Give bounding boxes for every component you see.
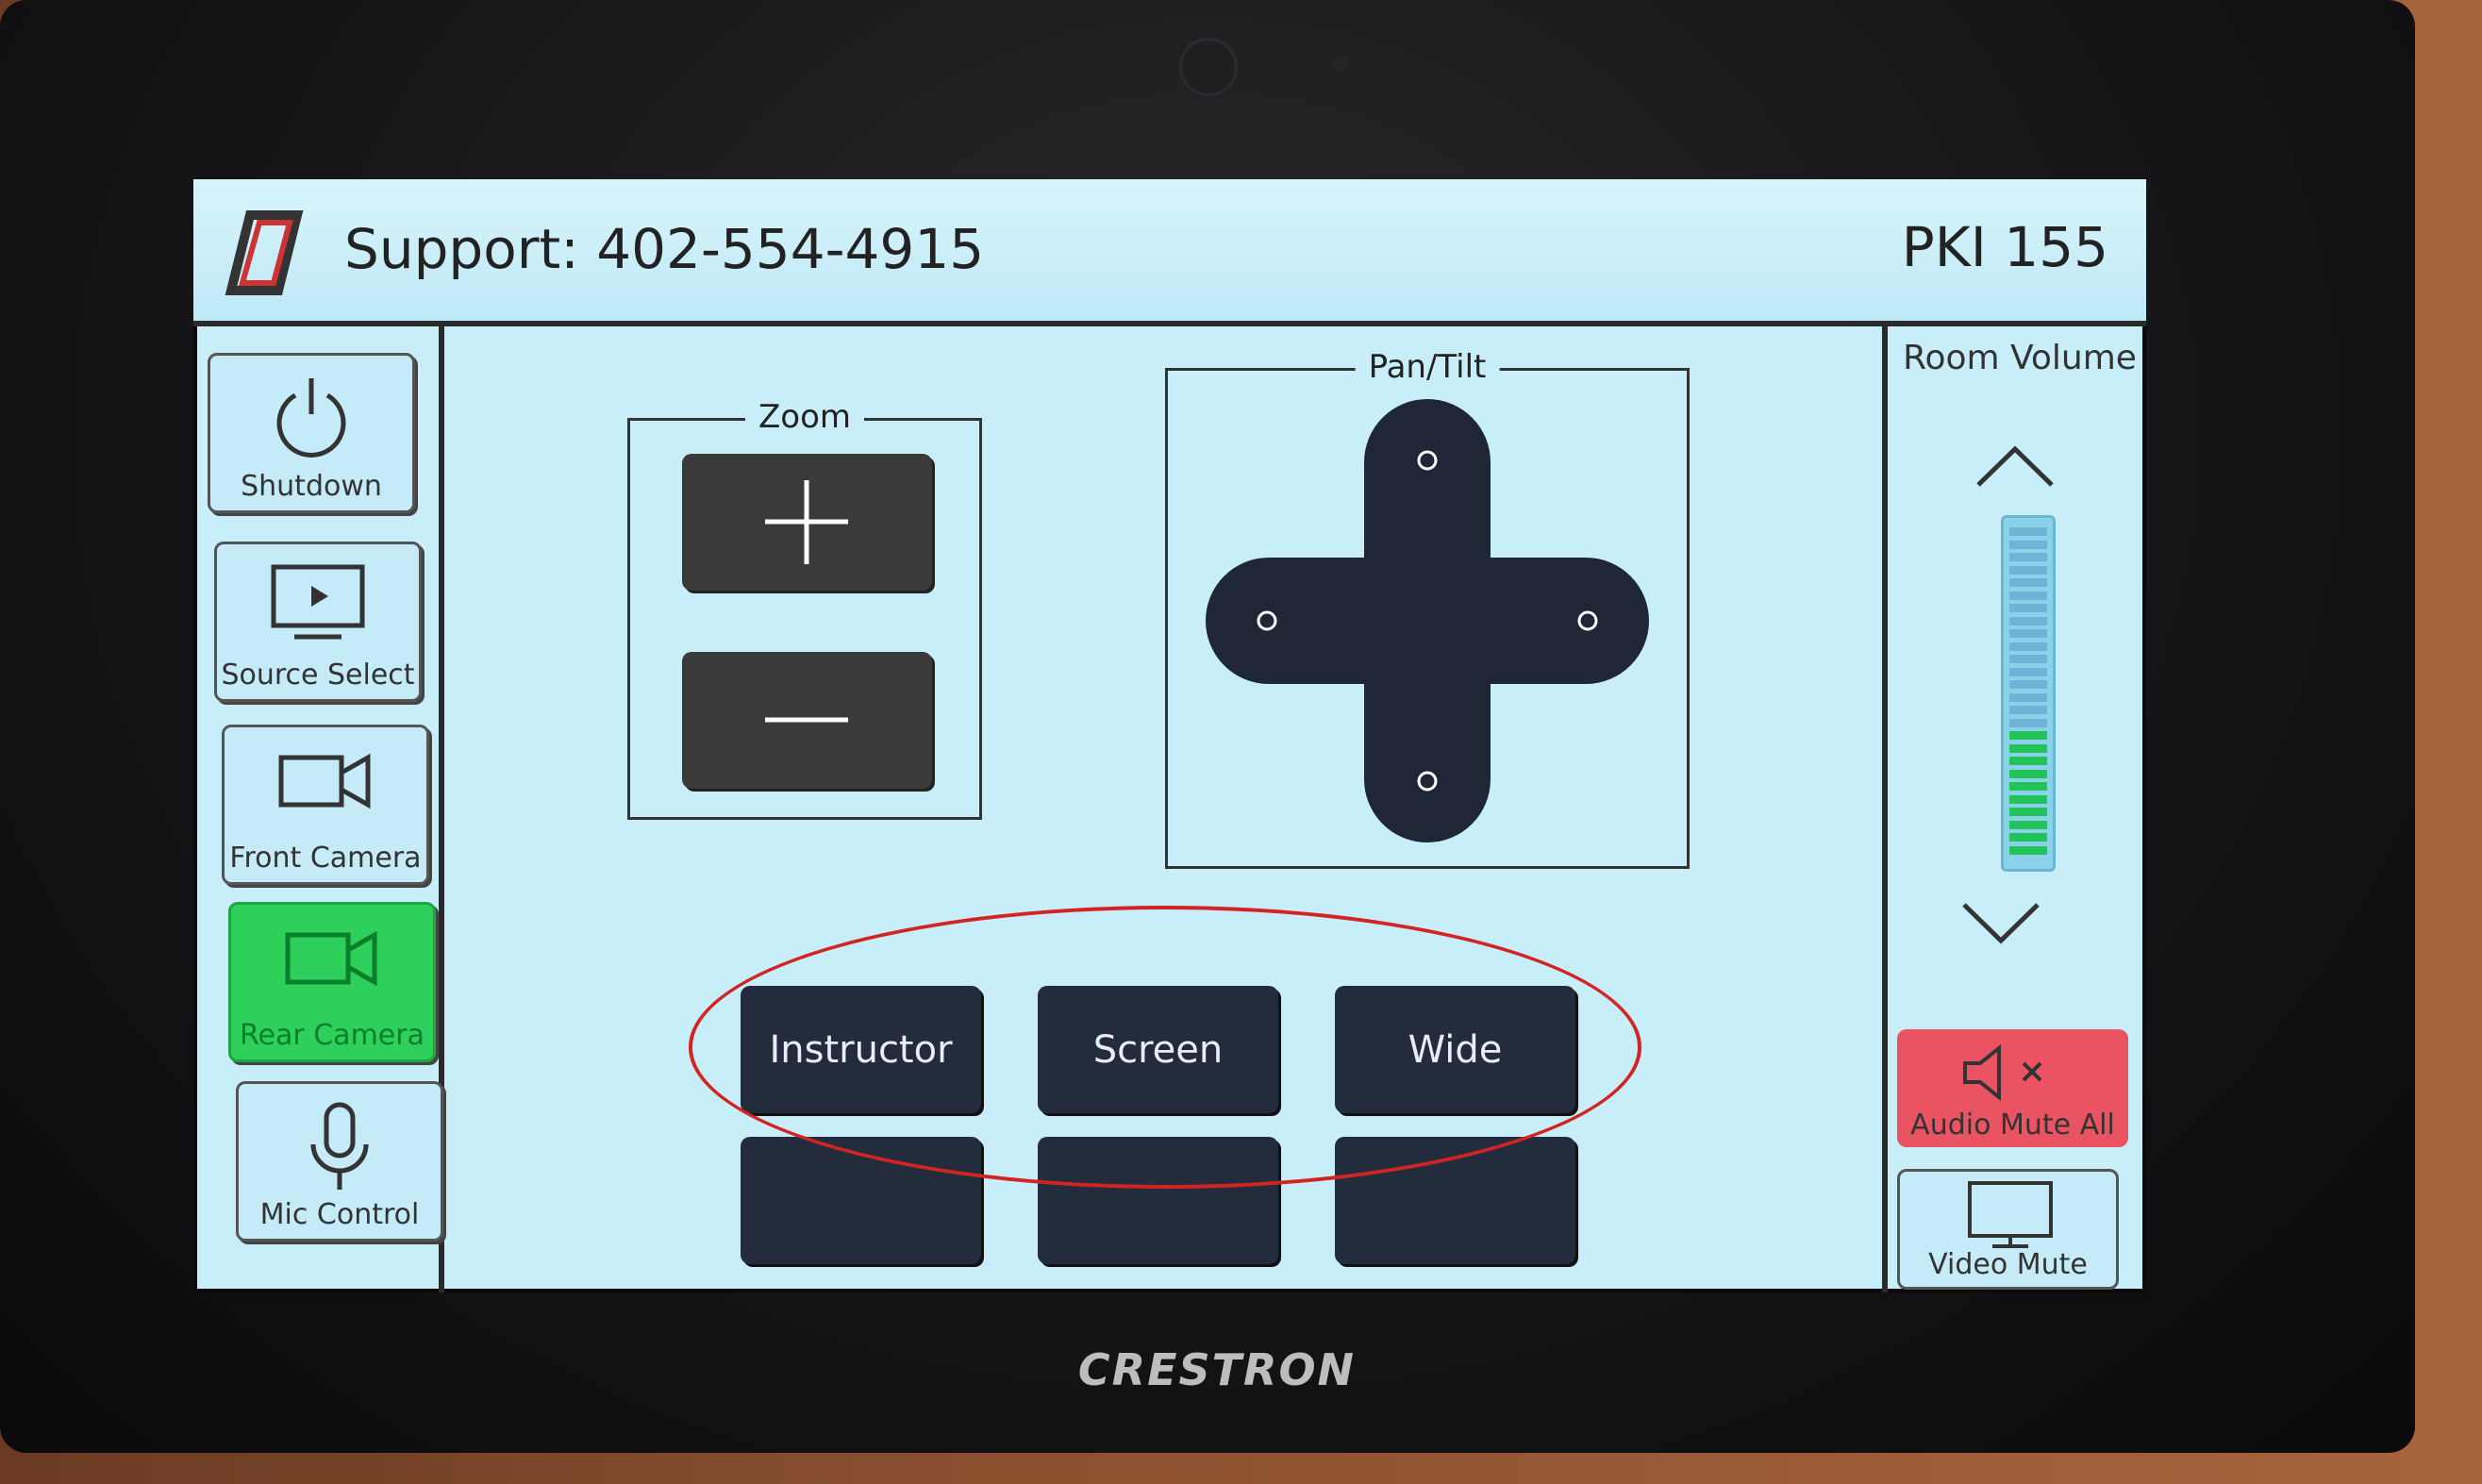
sidebar-item-label: Shutdown: [241, 470, 382, 503]
zoom-title: Zoom: [744, 398, 865, 436]
sidebar-item-source-select[interactable]: Source Select: [214, 542, 422, 702]
university-logo-icon: [225, 210, 304, 295]
power-icon: [276, 378, 346, 458]
volume-segment: [2009, 808, 2047, 816]
plus-icon: [765, 480, 848, 564]
volume-segment: [2009, 680, 2047, 689]
volume-segment: [2009, 655, 2047, 663]
volume-segment: [2009, 629, 2047, 638]
monitor-icon: [1968, 1181, 2053, 1248]
volume-segment: [2009, 794, 2047, 804]
video-mute-label: Video Mute: [1928, 1248, 2088, 1281]
pan-tilt-panel: Pan/Tilt: [1165, 348, 1690, 869]
volume-segment: [2009, 553, 2047, 561]
monitor-play-icon: [271, 564, 365, 640]
volume-segment: [2009, 667, 2047, 676]
volume-panel: Room Volume Audio Mute All Video Mute: [1882, 326, 2146, 1292]
minus-icon: [765, 717, 848, 723]
support-phone: Support: 402-554-4915: [344, 217, 985, 281]
sidebar-item-front-camera[interactable]: Front Camera: [222, 725, 429, 885]
audio-mute-label: Audio Mute All: [1910, 1109, 2115, 1142]
sidebar-item-label: Front Camera: [229, 842, 422, 875]
volume-segment: [2009, 642, 2047, 651]
zoom-in-button[interactable]: [682, 454, 932, 591]
sidebar-item-shutdown[interactable]: Shutdown: [208, 353, 415, 513]
volume-segment: [2009, 782, 2047, 791]
volume-segment: [2009, 769, 2047, 778]
volume-segment: [2009, 604, 2047, 612]
volume-segment: [2009, 578, 2047, 587]
volume-segment: [2009, 616, 2047, 625]
camera-lens: [1179, 38, 1238, 96]
volume-segment: [2009, 757, 2047, 765]
volume-segment: [2009, 540, 2047, 549]
video-mute-button[interactable]: Video Mute: [1897, 1169, 2119, 1290]
header-bar: Support: 402-554-4915 PKI 155: [193, 179, 2146, 326]
volume-segment: [2009, 743, 2047, 753]
volume-segment: [2009, 706, 2047, 714]
sidebar: Shutdown Source Select Front Camera Rear…: [193, 326, 444, 1292]
sidebar-item-label: Source Select: [221, 659, 415, 692]
volume-level-bar[interactable]: [2001, 515, 2056, 872]
sidebar-item-rear-camera[interactable]: Rear Camera: [228, 902, 436, 1062]
volume-segment: [2009, 845, 2047, 855]
sidebar-item-label: Mic Control: [259, 1198, 420, 1231]
volume-segment: [2009, 833, 2047, 842]
volume-segment: [2009, 565, 2047, 575]
annotation-ellipse: [689, 906, 1641, 1189]
device-bezel: CRESTRON Support: 402-554-4915 PKI 155 S…: [0, 0, 2415, 1453]
video-camera-icon: [285, 930, 377, 987]
touch-screen: Support: 402-554-4915 PKI 155 Shutdown S…: [193, 179, 2146, 1292]
chevron-down-icon[interactable]: [1958, 897, 2043, 949]
speaker-mute-icon: [1963, 1043, 2042, 1102]
volume-segment: [2009, 591, 2047, 600]
volume-segment: [2009, 527, 2047, 536]
room-volume-label: Room Volume: [1903, 339, 2137, 377]
volume-segment: [2009, 718, 2047, 727]
chevron-up-icon[interactable]: [1973, 440, 2057, 492]
zoom-out-button[interactable]: [682, 652, 932, 789]
audio-mute-all-button[interactable]: Audio Mute All: [1897, 1029, 2128, 1147]
sensor-dot: [1332, 55, 1349, 72]
pan-tilt-title: Pan/Tilt: [1355, 348, 1500, 386]
sidebar-item-label: Rear Camera: [240, 1019, 425, 1052]
sidebar-item-mic-control[interactable]: Mic Control: [236, 1081, 443, 1242]
volume-segment: [2009, 731, 2047, 740]
microphone-icon: [310, 1102, 369, 1190]
room-name: PKI 155: [1901, 215, 2108, 279]
zoom-panel: Zoom: [627, 398, 982, 820]
volume-segment: [2009, 692, 2047, 702]
brand-logo: CRESTRON: [1077, 1344, 1357, 1395]
directional-pad-icon[interactable]: [1206, 399, 1649, 842]
video-camera-icon: [278, 753, 371, 809]
volume-segment: [2009, 820, 2047, 829]
